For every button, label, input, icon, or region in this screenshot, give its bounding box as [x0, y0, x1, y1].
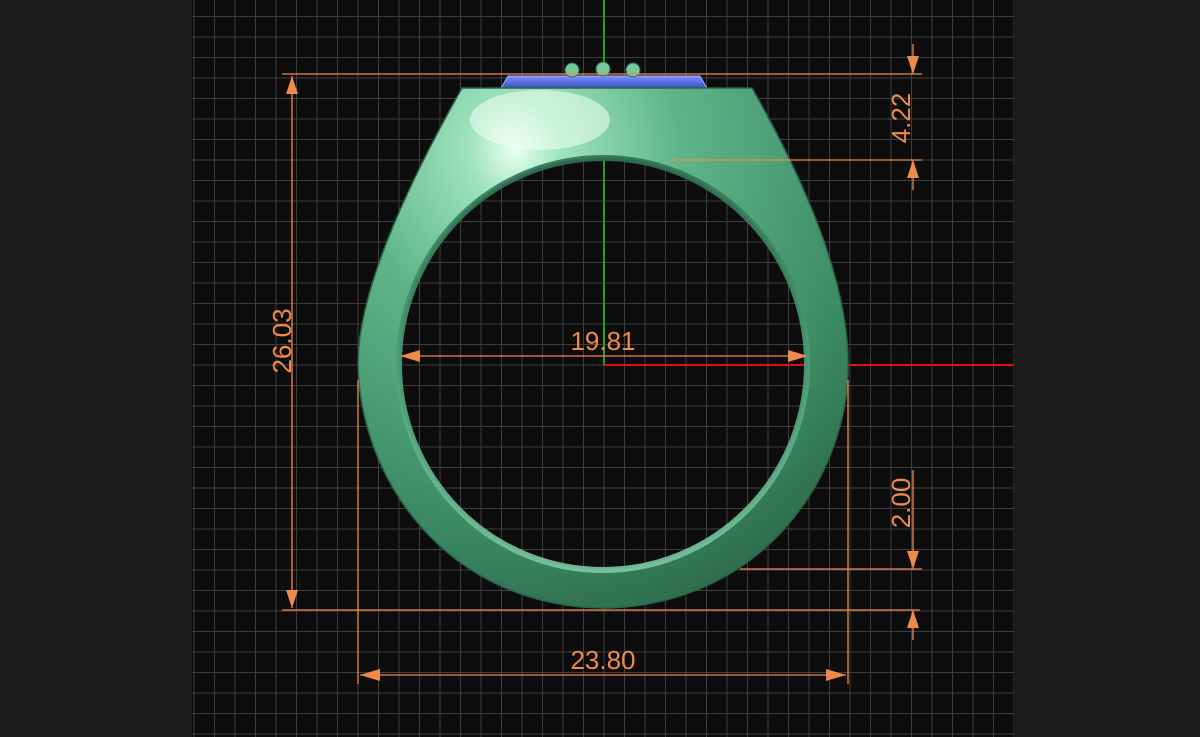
cad-viewport[interactable]: 26.03 19.81 4.22 2.00 23.80 [0, 0, 1200, 737]
bottom-thickness-label: 2.00 [886, 478, 916, 529]
overall-height-label: 26.03 [267, 308, 297, 373]
ring-front-view-drawing: 26.03 19.81 4.22 2.00 23.80 [192, 0, 1014, 737]
ring-highlight [470, 90, 610, 150]
top-thickness-label: 4.22 [886, 93, 916, 144]
overall-width-label: 23.80 [570, 645, 635, 675]
inner-diameter-label: 19.81 [570, 326, 635, 356]
